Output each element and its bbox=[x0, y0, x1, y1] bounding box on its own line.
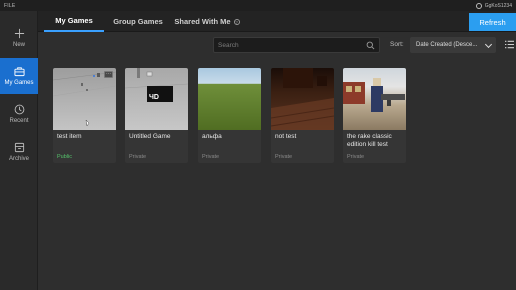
game-card[interactable]: ЧD Untitled Game Private bbox=[125, 68, 188, 163]
game-title: not test bbox=[275, 133, 297, 140]
refresh-button[interactable]: Refresh bbox=[469, 13, 516, 31]
sidebar-item-label: Recent bbox=[9, 118, 29, 124]
tab-shared-with-me[interactable]: Shared With Me ? bbox=[172, 11, 242, 32]
game-thumbnail: ЧD bbox=[125, 68, 188, 130]
sidebar-item-label: Archive bbox=[8, 156, 29, 162]
sort-dropdown[interactable]: Date Created (Desce... bbox=[410, 37, 496, 53]
search-icon[interactable] bbox=[366, 41, 375, 50]
tab-label: Shared With Me bbox=[174, 17, 231, 26]
game-status: Private bbox=[202, 154, 220, 160]
game-card[interactable]: not test Private bbox=[271, 68, 334, 163]
tab-label: My Games bbox=[55, 16, 93, 25]
title-bar: FILE GgKoS1234 bbox=[0, 0, 516, 11]
game-title: Untitled Game bbox=[129, 133, 171, 140]
game-title: test item bbox=[57, 133, 82, 140]
sort-label: Sort: bbox=[390, 41, 404, 48]
sidebar-item-my-games[interactable]: My Games bbox=[0, 58, 38, 94]
sidebar-item-new[interactable]: New bbox=[0, 20, 38, 56]
game-status: Private bbox=[129, 154, 147, 160]
user-account[interactable]: GgKoS1234 bbox=[475, 3, 512, 9]
header-bar: My Games Group Games Shared With Me ? Re… bbox=[38, 11, 516, 32]
user-icon bbox=[475, 3, 482, 9]
tab-label: Group Games bbox=[113, 17, 163, 26]
archive-icon bbox=[14, 142, 24, 153]
sidebar: New My Games Recent Archive bbox=[0, 11, 38, 290]
username: GgKoS1234 bbox=[484, 3, 512, 9]
sidebar-item-archive[interactable]: Archive bbox=[0, 134, 38, 170]
plus-icon bbox=[14, 28, 24, 39]
briefcase-icon bbox=[13, 67, 25, 77]
game-title: the rake classic edition kill test bbox=[347, 133, 392, 148]
game-card[interactable]: ··· test item Public bbox=[53, 68, 116, 163]
game-thumbnail: ··· bbox=[53, 68, 116, 130]
search-input[interactable] bbox=[218, 40, 363, 51]
file-menu[interactable]: FILE bbox=[4, 3, 15, 9]
tab-my-games[interactable]: My Games bbox=[44, 11, 104, 32]
sidebar-item-label: My Games bbox=[4, 80, 34, 86]
tab-group-games[interactable]: Group Games bbox=[110, 11, 166, 32]
sidebar-item-label: New bbox=[12, 42, 25, 48]
game-thumbnail bbox=[343, 68, 406, 130]
svg-text:ЧD: ЧD bbox=[149, 94, 159, 101]
game-status: Public bbox=[57, 154, 72, 160]
game-thumbnail bbox=[271, 68, 334, 130]
game-thumbnail bbox=[198, 68, 261, 130]
question-icon[interactable]: ? bbox=[233, 18, 240, 25]
sort-selected-value: Date Created (Desce... bbox=[416, 42, 478, 48]
game-status: Private bbox=[347, 154, 365, 160]
chevron-down-icon bbox=[484, 40, 493, 49]
game-card[interactable]: the rake classic edition kill test Priva… bbox=[343, 68, 406, 163]
list-view-icon[interactable] bbox=[505, 40, 514, 49]
game-status: Private bbox=[275, 154, 293, 160]
clock-icon bbox=[14, 104, 24, 115]
more-options-button[interactable]: ··· bbox=[104, 71, 113, 78]
sidebar-item-recent[interactable]: Recent bbox=[0, 96, 38, 132]
game-title: альфа bbox=[202, 133, 222, 140]
game-card[interactable]: альфа Private bbox=[198, 68, 261, 163]
search-box bbox=[213, 37, 380, 53]
